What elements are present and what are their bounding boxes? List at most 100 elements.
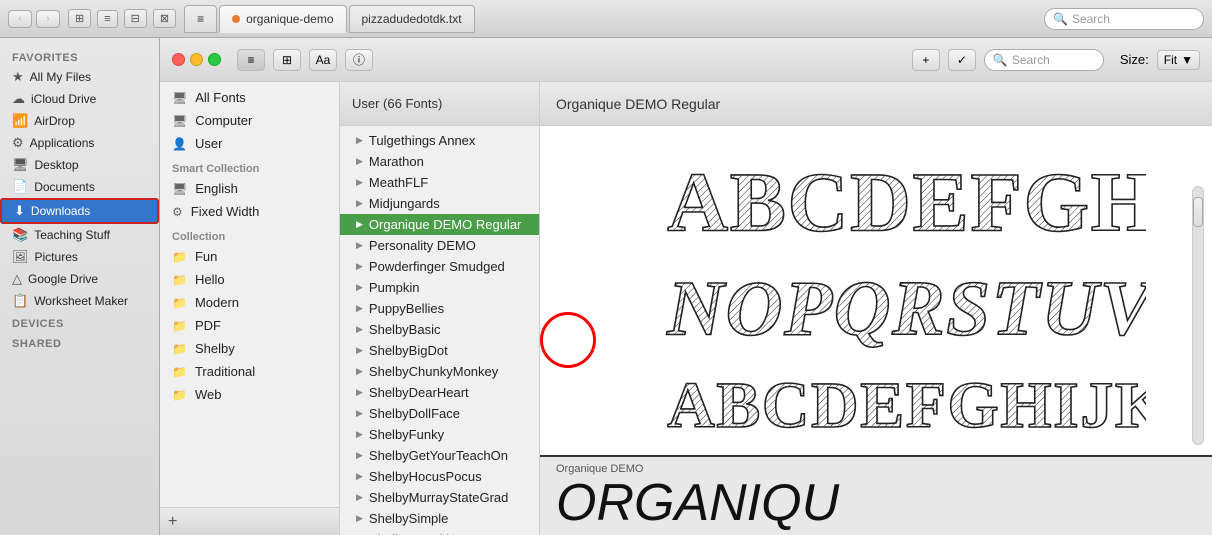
collection-web[interactable]: 📁 Web [160, 383, 339, 406]
sidebar-item-label: All My Files [30, 70, 91, 84]
maximize-button[interactable] [208, 53, 221, 66]
tab-dot-icon [232, 15, 240, 23]
smart-collection-fixed-width[interactable]: ⚙ Fixed Width [160, 200, 339, 223]
size-dropdown[interactable]: Fit ▼ [1157, 50, 1200, 70]
sidebar-item-pictures[interactable]: 🖼 Pictures [0, 246, 159, 268]
tab-pizza[interactable]: pizzadudedotdk.txt [349, 5, 475, 33]
preview-header: Organique DEMO Regular [540, 82, 1212, 126]
cover-view-button[interactable]: ⊠ [153, 9, 176, 28]
sidebar-item-label: Google Drive [28, 272, 98, 286]
shared-section-title: Shared [0, 332, 159, 352]
arrow-icon: ▶ [356, 429, 363, 440]
grid-view-button[interactable]: ⊞ [68, 9, 91, 28]
arrow-icon: ▶ [356, 450, 363, 461]
font-item-shelbymurray[interactable]: ▶ ShelbyMurrayStateGrad [340, 487, 539, 508]
add-font-btn[interactable]: + [912, 49, 940, 71]
font-item-shelbydearheart[interactable]: ▶ ShelbyDearHeart [340, 382, 539, 403]
info-btn[interactable]: ⓘ [345, 49, 373, 71]
font-item-personality[interactable]: ▶ Personality DEMO [340, 235, 539, 256]
font-item-pumpkin[interactable]: ▶ Pumpkin [340, 277, 539, 298]
tab-address-book[interactable]: ≡ [184, 5, 217, 33]
sidebar-item-teaching[interactable]: 📚 Teaching Stuff [0, 224, 159, 246]
collection-hello[interactable]: 📁 Hello [160, 268, 339, 291]
sidebar-item-google-drive[interactable]: △ Google Drive [0, 268, 159, 290]
preview-line-1-svg: ABCDEFGHIJKLM ABCDEFGHIJKLM [606, 142, 1146, 246]
sidebar-item-downloads[interactable]: ⬇ Downloads [0, 198, 159, 224]
collection-label: Computer [195, 113, 252, 128]
collections-list: 🖥 All Fonts 🖥 Computer 👤 User Smart Coll… [160, 82, 339, 507]
arrow-icon: ▶ [356, 261, 363, 272]
collection-label: User [195, 136, 222, 151]
collection-modern[interactable]: 📁 Modern [160, 291, 339, 314]
all-fonts-icon: 🖥 [172, 91, 187, 105]
grid-view-btn[interactable]: ⊞ [273, 49, 301, 71]
font-book-search[interactable]: 🔍 Search [984, 49, 1104, 71]
font-item-shelbystreaking[interactable]: ▶ ShelbyStreakinStang [340, 529, 539, 535]
collection-icon: 📁 [172, 388, 187, 402]
sidebar-item-worksheet[interactable]: 📋 Worksheet Maker [0, 290, 159, 312]
sidebar-item-label: Documents [34, 180, 95, 194]
collection-all-fonts[interactable]: 🖥 All Fonts [160, 86, 339, 109]
arrow-icon: ▶ [356, 387, 363, 398]
add-collection-button[interactable]: + [168, 514, 186, 530]
collection-fun[interactable]: 📁 Fun [160, 245, 339, 268]
font-item-shelbyfunky[interactable]: ▶ ShelbyFunky [340, 424, 539, 445]
font-item-tulgethings[interactable]: ▶ Tulgethings Annex [340, 130, 539, 151]
columns-view-button[interactable]: ⊟ [124, 9, 147, 28]
search-placeholder: Search [1072, 12, 1110, 26]
forward-button[interactable]: › [36, 10, 60, 28]
fixed-width-icon: ⚙ [172, 205, 183, 219]
check-icon: ✓ [957, 53, 967, 67]
minimize-button[interactable] [190, 53, 203, 66]
list-view-btn[interactable]: ≡ [237, 49, 265, 71]
sidebar-item-desktop[interactable]: 🖥 Desktop [0, 154, 159, 176]
font-item-meathflf[interactable]: ▶ MeathFLF [340, 172, 539, 193]
slider-thumb[interactable] [1193, 197, 1203, 227]
smart-collection-english[interactable]: 🖥 English [160, 177, 339, 200]
preview-size-slider[interactable] [1192, 186, 1204, 445]
tab-label: organique-demo [246, 12, 333, 26]
main-content: Favorites ★ All My Files ☁ iCloud Drive … [0, 38, 1212, 535]
collection-user[interactable]: 👤 User [160, 132, 339, 155]
close-button[interactable] [172, 53, 185, 66]
finder-search-bar[interactable]: 🔍 Search [1044, 8, 1204, 30]
collection-pdf[interactable]: 📁 PDF [160, 314, 339, 337]
sidebar-item-applications[interactable]: ⚙ Applications [0, 132, 159, 154]
arrow-icon: ▶ [356, 345, 363, 356]
font-item-shelbydollface[interactable]: ▶ ShelbyDollFace [340, 403, 539, 424]
preview-content: ABCDEFGHIJKLM ABCDEFGHIJKLM [540, 126, 1212, 455]
font-item-marathon[interactable]: ▶ Marathon [340, 151, 539, 172]
preview-btn[interactable]: Aa [309, 49, 337, 71]
collection-traditional[interactable]: 📁 Traditional [160, 360, 339, 383]
font-item-shelbybasic[interactable]: ▶ ShelbyBasic [340, 319, 539, 340]
font-item-shelbychunky[interactable]: ▶ ShelbyChunkyMonkey [340, 361, 539, 382]
font-name: Organique DEMO Regular [369, 217, 521, 232]
font-item-organique[interactable]: ▶ Organique DEMO Regular [340, 214, 539, 235]
back-button[interactable]: ‹ [8, 10, 32, 28]
sidebar-item-label: AirDrop [34, 114, 75, 128]
font-item-shelbybigdot[interactable]: ▶ ShelbyBigDot [340, 340, 539, 361]
tab-organique-demo[interactable]: organique-demo [219, 5, 346, 33]
font-item-midjungards[interactable]: ▶ Midjungards [340, 193, 539, 214]
font-name: ShelbyFunky [369, 427, 444, 442]
sidebar-item-airdrop[interactable]: 📶 AirDrop [0, 110, 159, 132]
sidebar-item-documents[interactable]: 📄 Documents [0, 176, 159, 198]
collection-shelby[interactable]: 📁 Shelby [160, 337, 339, 360]
sidebar-item-label: Teaching Stuff [34, 228, 110, 242]
all-files-icon: ★ [12, 69, 24, 85]
sidebar-item-all-files[interactable]: ★ All My Files [0, 66, 159, 88]
list-view-button[interactable]: ≡ [97, 10, 117, 28]
preview-line-3-svg: ABCDEFGHIJKLM ABCDEFGHIJKLM [606, 359, 1146, 439]
font-item-puppybellies[interactable]: ▶ PuppyBellies [340, 298, 539, 319]
tab-label: pizzadudedotdk.txt [362, 12, 462, 26]
arrow-icon: ▶ [356, 408, 363, 419]
sidebar-item-icloud[interactable]: ☁ iCloud Drive [0, 88, 159, 110]
font-item-powderfinger[interactable]: ▶ Powderfinger Smudged [340, 256, 539, 277]
font-item-shelbyhocus[interactable]: ▶ ShelbyHocusPocus [340, 466, 539, 487]
collection-computer[interactable]: 🖥 Computer [160, 109, 339, 132]
font-item-shelbygetyour[interactable]: ▶ ShelbyGetYourTeachOn [340, 445, 539, 466]
check-btn[interactable]: ✓ [948, 49, 976, 71]
font-name: Personality DEMO [369, 238, 476, 253]
font-item-shelbysimple[interactable]: ▶ ShelbySimple [340, 508, 539, 529]
teaching-icon: 📚 [12, 227, 28, 243]
